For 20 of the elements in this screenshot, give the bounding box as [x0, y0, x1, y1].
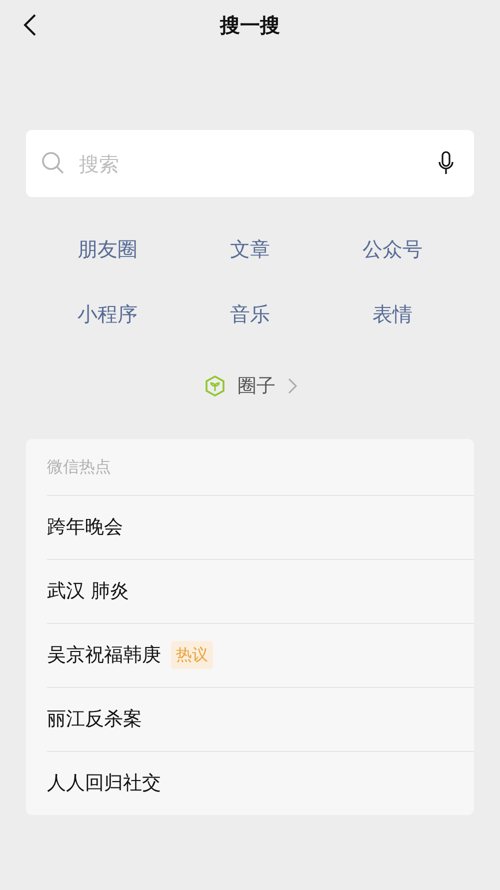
category-link[interactable]: 音乐	[230, 292, 270, 337]
hot-tag: 热议	[171, 641, 213, 669]
category-link[interactable]: 朋友圈	[77, 227, 138, 272]
hot-topic-link[interactable]: 人人回归社交	[47, 768, 161, 798]
cube-sprout-icon	[204, 375, 226, 398]
category-link[interactable]: 文章	[230, 227, 270, 272]
category-link[interactable]: 公众号	[362, 227, 423, 272]
chevron-right-icon	[288, 378, 296, 394]
search-icon	[41, 151, 65, 175]
hot-topic-link[interactable]: 丽江反杀案	[47, 704, 142, 734]
hot-topic-link[interactable]: 武汉 肺炎	[47, 576, 130, 606]
search-field[interactable]: 搜索	[26, 130, 474, 197]
category-link[interactable]: 小程序	[77, 292, 138, 337]
section-heading: 微信热点	[47, 456, 112, 478]
category-link[interactable]: 表情	[372, 292, 413, 337]
hot-topic-link[interactable]: 吴京祝福韩庚	[47, 640, 161, 670]
hot-topic-link[interactable]: 跨年晚会	[47, 512, 123, 542]
page-title: 搜一搜	[220, 12, 280, 39]
microphone-icon[interactable]	[438, 151, 454, 175]
circle-link[interactable]: 圈子	[238, 372, 296, 400]
